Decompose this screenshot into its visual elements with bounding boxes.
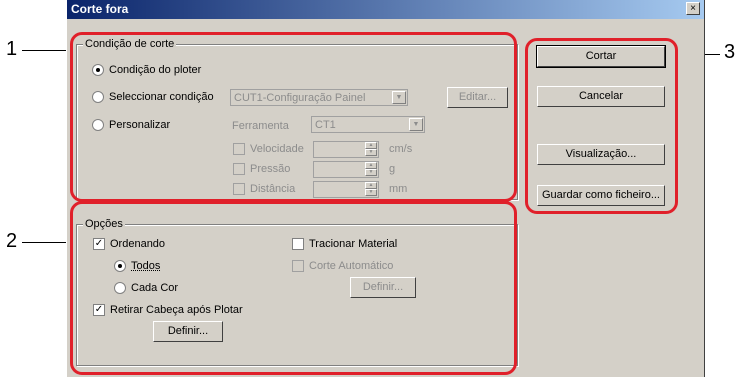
callout-number-3: 3	[724, 41, 736, 63]
callout-frame-1	[70, 32, 517, 202]
close-icon[interactable]: ×	[686, 2, 700, 15]
title-bar: Corte fora ×	[67, 0, 704, 19]
callout-leader-1	[22, 50, 70, 51]
callout-frame-2	[70, 201, 517, 375]
callout-frame-3	[525, 38, 678, 214]
callout-leader-2	[22, 242, 70, 243]
callout-number-2: 2	[6, 230, 18, 252]
callout-number-1: 1	[6, 38, 18, 60]
window-title: Corte fora	[71, 2, 129, 16]
